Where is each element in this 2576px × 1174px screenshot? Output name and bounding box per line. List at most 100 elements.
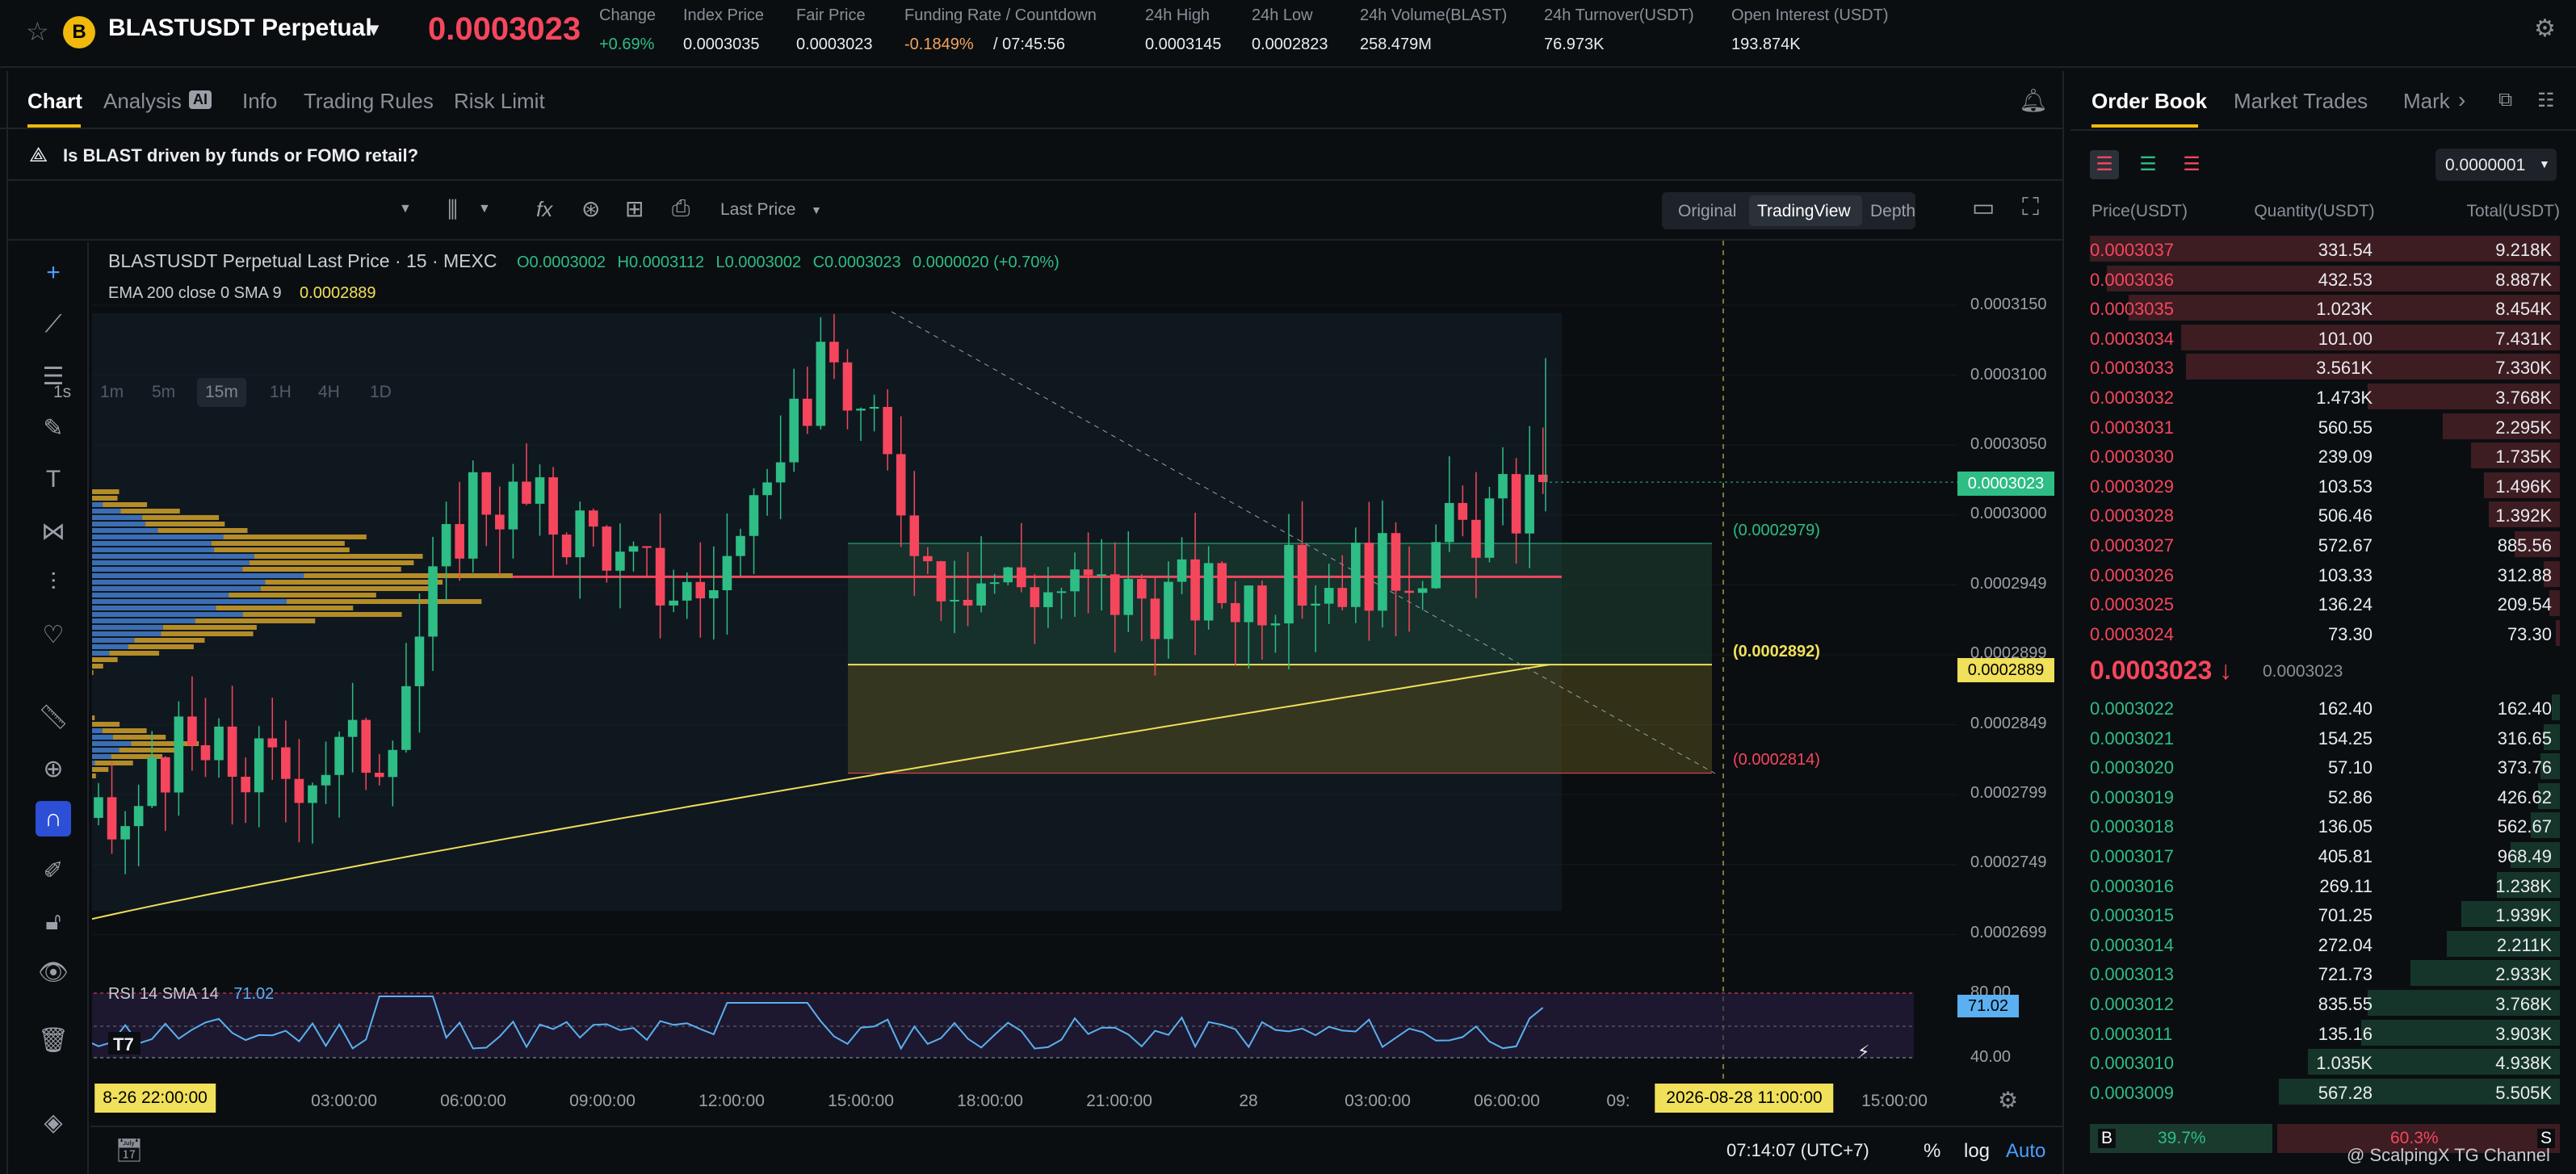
ask-row[interactable]: 0.0003034 101.00 7.431K [2090,323,2560,352]
ask-row[interactable]: 0.0003037 331.54 9.218K [2090,234,2560,263]
symbol-dropdown-icon[interactable]: ▼ [365,19,383,40]
price-type-dropdown-icon[interactable]: ▼ [811,203,822,216]
magnet-icon[interactable]: ∩ [36,801,71,836]
lock-icon[interactable]: 🔓︎ [36,904,71,940]
eye-icon[interactable]: 👁︎ [36,954,71,990]
vp-bar-sell [195,618,316,623]
ask-quantity: 3.561K [2316,358,2373,379]
crosshair-icon[interactable]: + [36,255,71,291]
templates-icon[interactable]: ⊛ [581,195,600,222]
tab-trading-rules[interactable]: Trading Rules [304,89,434,114]
bid-row[interactable]: 0.0003018 136.05 562.67 [2090,811,2560,840]
bid-row[interactable]: 0.0003009 567.28 5.505K [2090,1077,2560,1106]
ask-row[interactable]: 0.0003031 560.55 2.295K [2090,412,2560,441]
trash-icon[interactable]: 🗑︎ [36,1022,71,1058]
panel-layout-icon[interactable]: ▭ [1972,194,1995,222]
tab-info[interactable]: Info [242,89,277,114]
lightning-icon[interactable]: ⚡︎ [1857,1042,1869,1063]
view-depth[interactable]: Depth [1870,202,1915,221]
brush-icon[interactable]: ✎ [36,410,71,446]
log-toggle[interactable]: log [1964,1140,1990,1163]
ask-row[interactable]: 0.0003032 1.473K 3.768K [2090,382,2560,411]
fullscreen-icon[interactable]: ⛶ [2022,194,2039,221]
candle-body [816,342,826,426]
bid-quantity: 269.11 [2319,875,2373,896]
bid-row[interactable]: 0.0003013 721.73 2.933K [2090,958,2560,987]
favorite-star-icon[interactable]: ☆ [26,16,49,47]
ask-row[interactable]: 0.0003035 1.023K 8.454K [2090,293,2560,322]
ask-row[interactable]: 0.0003033 3.561K 7.330K [2090,352,2560,381]
zoom-in-icon[interactable]: ⊕ [36,751,71,786]
ask-row[interactable]: 0.0003024 73.30 73.30 [2090,618,2560,648]
bid-row[interactable]: 0.0003016 269.11 1.238K [2090,870,2560,899]
ask-total: 7.330K [2495,358,2552,379]
view-both-icon[interactable]: ☰ [2090,150,2119,179]
ask-quantity: 572.67 [2318,535,2373,556]
settings-sliders-icon[interactable]: ⚙ [2534,15,2556,43]
layers-icon[interactable]: ◈ [36,1105,71,1140]
screenshot-icon[interactable]: ⎙ [672,195,690,222]
tab-chart[interactable]: Chart [27,89,82,114]
tab-analysis[interactable]: Analysis [103,89,182,114]
bid-quantity: 57.10 [2327,757,2373,778]
stat-label: 24h Turnover(USDT) [1544,6,1694,24]
indicators-icon[interactable]: fx [536,197,552,222]
bid-row[interactable]: 0.0003014 272.04 2.211K [2090,929,2560,958]
ask-row[interactable]: 0.0003029 103.53 1.496K [2090,471,2560,500]
tab-risk-limit[interactable]: Risk Limit [454,89,545,114]
bell-icon[interactable]: 🔔︎ [2019,87,2048,114]
bid-row[interactable]: 0.0003015 701.25 1.939K [2090,899,2560,929]
calendar-icon[interactable]: 📅︎ [115,1137,144,1164]
bid-row[interactable]: 0.0003017 405.81 968.49 [2090,841,2560,870]
candle-body [174,716,184,793]
view-original[interactable]: Original [1678,202,1736,221]
panel-settings-icon[interactable]: ☷ [2537,89,2555,112]
price-chart[interactable]: T7 [92,241,2062,1113]
draw-mode-icon[interactable]: ✐ [36,853,71,888]
ask-row[interactable]: 0.0003025 136.24 209.54 [2090,589,2560,618]
trend-line-icon[interactable]: ⟋ [36,307,71,342]
ask-row[interactable]: 0.0003028 506.46 1.392K [2090,500,2560,529]
precision-select[interactable]: 0.0000001 ▼ [2435,149,2557,181]
ask-row[interactable]: 0.0003036 432.53 8.887K [2090,264,2560,293]
clock-text[interactable]: 07:14:07 (UTC+7) [1726,1140,1869,1161]
ask-row[interactable]: 0.0003030 239.09 1.735K [2090,441,2560,470]
forecast-icon[interactable]: ⫶ [36,565,71,601]
ask-row[interactable]: 0.0003026 103.33 312.88 [2090,560,2560,589]
view-tradingview[interactable]: TradingView [1757,202,1851,221]
candle-type-icon[interactable]: ⫼ [447,197,458,224]
bid-row[interactable]: 0.0003012 835.55 3.768K [2090,988,2560,1017]
chevron-right-icon[interactable]: › [2458,87,2465,113]
price-type-select[interactable]: Last Price [720,200,795,220]
pattern-icon[interactable]: ⋈ [36,514,71,549]
heart-icon[interactable]: ♡ [36,617,71,652]
candle-dropdown-icon[interactable]: ▼ [478,202,491,216]
tab-market-trades[interactable]: Market Trades [2234,89,2368,114]
vp-bar-buy [92,625,163,630]
text-tool-icon[interactable]: T [36,462,71,497]
tab-mark[interactable]: Mark [2403,89,2452,114]
bid-row[interactable]: 0.0003022 162.40 162.40 [2090,693,2560,722]
popout-icon[interactable]: ⧉ [2498,89,2512,111]
bid-row[interactable]: 0.0003020 57.10 373.76 [2090,752,2560,781]
tab-order-book[interactable]: Order Book [2091,89,2207,114]
gear-icon[interactable]: ⚙ [1998,1087,2018,1113]
candle-body [682,581,692,601]
bid-row[interactable]: 0.0003019 52.86 426.62 [2090,782,2560,811]
bid-row[interactable]: 0.0003010 1.035K 4.938K [2090,1047,2560,1076]
layout-icon[interactable]: ⊞ [625,195,644,222]
percent-toggle[interactable]: % [1924,1140,1940,1163]
y-tick: 0.0002799 [1970,784,2047,802]
news-banner[interactable]: ⟁ Is BLAST driven by funds or FOMO retai… [6,131,2064,181]
auto-toggle[interactable]: Auto [2006,1140,2045,1163]
ask-row[interactable]: 0.0003027 572.67 885.56 [2090,530,2560,559]
ask-total: 1.735K [2495,447,2552,468]
interval-dropdown-icon[interactable]: ▼ [399,202,412,216]
view-asks-icon[interactable]: ☰ [2177,150,2206,179]
symbol-name[interactable]: BLASTUSDT Perpetual [108,15,372,42]
horizontal-lines-icon[interactable]: ☰ [36,358,71,394]
view-bids-icon[interactable]: ☰ [2133,150,2163,179]
bid-row[interactable]: 0.0003011 135.16 3.903K [2090,1018,2560,1047]
bid-row[interactable]: 0.0003021 154.25 316.65 [2090,723,2560,752]
ruler-icon[interactable]: 📏︎ [36,699,71,735]
